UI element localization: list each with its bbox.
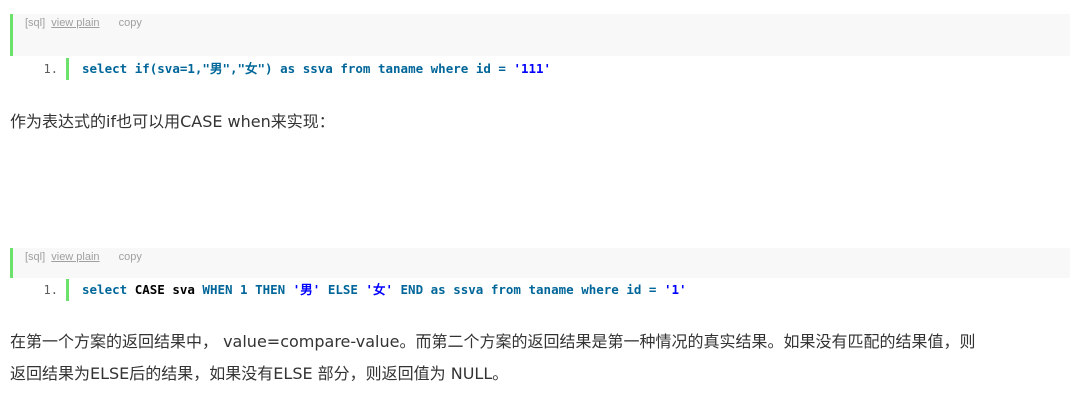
sql-keyword: select [82, 282, 135, 297]
paragraph-2: 在第一个方案的返回结果中， value=compare-value。而第二个方案… [10, 326, 1080, 390]
sql-string: '女' [365, 282, 401, 297]
sql-identifier: ssva [453, 282, 491, 297]
line-number: 1. [43, 62, 58, 76]
sql-string: '111' [513, 61, 552, 76]
sql-string: '男' [292, 282, 328, 297]
paragraph-2-line-2: 返回结果为ELSE后的结果，如果没有ELSE 部分，则返回值为 NULL。 [10, 364, 509, 383]
code-line: 1. select CASE sva WHEN 1 THEN '男' ELSE … [10, 279, 1070, 301]
language-tag: [sql] [25, 251, 46, 263]
code-toolbar: [sql] view plain copy [10, 14, 1070, 56]
sql-keyword: as [280, 61, 303, 76]
copy-link[interactable]: copy [119, 17, 142, 29]
copy-link[interactable]: copy [119, 251, 142, 263]
paragraph-1: 作为表达式的if也可以用CASE when来实现： [10, 112, 335, 131]
code-block-2: [sql] view plain copy 1. select CASE sva… [10, 248, 1070, 301]
sql-string: '1' [663, 282, 687, 297]
sql-keyword: WHEN 1 THEN [202, 282, 293, 297]
sql-identifier: taname [528, 282, 582, 297]
gutter-bar [66, 58, 69, 80]
paragraph-2-line-1: 在第一个方案的返回结果中， value=compare-value。而第二个方案… [10, 332, 976, 351]
sql-keyword: ELSE [327, 282, 366, 297]
view-plain-link[interactable]: view plain [51, 17, 99, 29]
sql-keyword: select [82, 61, 135, 76]
sql-keyword: from [340, 61, 378, 76]
code-text: select CASE sva WHEN 1 THEN '男' ELSE '女'… [82, 279, 687, 301]
sql-keyword: END [400, 282, 431, 297]
sql-identifier: id = [626, 282, 664, 297]
code-text: select if(sva=1,"男","女") as ssva from ta… [82, 58, 551, 80]
sql-keyword: as [430, 282, 454, 297]
sql-keyword: from [490, 282, 529, 297]
gutter-bar [66, 279, 69, 301]
sql-identifier: ssva [302, 61, 341, 76]
code-line: 1. select if(sva=1,"男","女") as ssva from… [10, 58, 1070, 80]
language-tag: [sql] [25, 17, 46, 29]
sql-plain: CASE sva [134, 282, 203, 297]
view-plain-link[interactable]: view plain [51, 251, 99, 263]
sql-keyword: where [430, 61, 476, 76]
sql-function: if(sva=1,"男","女") [134, 61, 281, 76]
code-toolbar: [sql] view plain copy [10, 248, 1070, 278]
sql-identifier: id = [475, 61, 514, 76]
code-block-1: [sql] view plain copy 1. select if(sva=1… [10, 14, 1070, 80]
sql-keyword: where [581, 282, 627, 297]
sql-identifier: taname [377, 61, 431, 76]
line-number: 1. [43, 283, 58, 297]
